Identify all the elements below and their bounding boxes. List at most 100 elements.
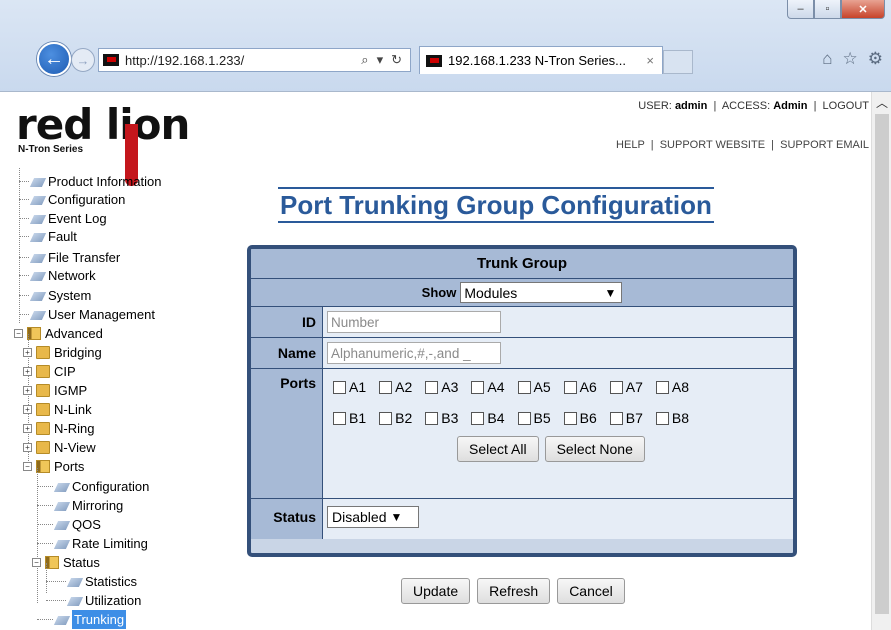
back-arrow-icon: ← (44, 47, 64, 70)
new-tab-button[interactable] (663, 50, 693, 74)
status-select[interactable]: Disabled ▼ (327, 506, 419, 528)
logout-link[interactable]: LOGOUT (823, 100, 869, 112)
port-checkbox-b7[interactable]: B7 (609, 410, 643, 426)
separator: | (813, 100, 817, 112)
tree-item-file-transfer[interactable]: File Transfer (19, 248, 120, 267)
expand-icon[interactable]: + (23, 405, 32, 414)
expand-icon[interactable]: + (23, 386, 32, 395)
page-icon (30, 194, 46, 206)
collapse-icon[interactable]: − (14, 329, 23, 338)
tree-item-qos[interactable]: QOS (37, 515, 101, 534)
tree-item-product-information[interactable]: Product Information (19, 172, 161, 191)
select-buttons: Select All Select None (457, 436, 793, 462)
tree-item-igmp[interactable]: + IGMP (23, 381, 87, 400)
close-window-button[interactable]: ✕ (841, 0, 885, 19)
tree-item-status[interactable]: − Status (32, 553, 100, 572)
expand-icon[interactable]: + (23, 443, 32, 452)
port-checkbox-a3[interactable]: A3 (425, 379, 458, 395)
scrollbar-thumb[interactable] (875, 114, 889, 614)
port-checkbox-b6[interactable]: B6 (563, 410, 597, 426)
support-email-link[interactable]: SUPPORT EMAIL (780, 139, 869, 151)
access-level: Admin (773, 100, 808, 112)
folder-icon (36, 365, 50, 378)
port-checkbox-b1[interactable]: B1 (333, 410, 366, 426)
show-label: Show (421, 285, 457, 300)
port-checkbox-b3[interactable]: B3 (425, 410, 458, 426)
help-link[interactable]: HELP (616, 139, 645, 151)
tree-item-rate-limiting[interactable]: Rate Limiting (37, 534, 148, 553)
expand-icon[interactable]: + (23, 424, 32, 433)
favorites-star-icon[interactable]: ☆ (843, 49, 858, 69)
support-website-link[interactable]: SUPPORT WEBSITE (660, 139, 765, 151)
home-icon[interactable]: ⌂ (822, 49, 832, 69)
scroll-up-icon[interactable]: ︿ (876, 94, 888, 111)
port-checkbox-a7[interactable]: A7 (609, 379, 643, 395)
browser-tab[interactable]: 192.168.1.233 N-Tron Series... × (419, 46, 663, 74)
folder-icon (36, 384, 50, 397)
tree-item-system[interactable]: System (19, 286, 91, 305)
expand-icon[interactable]: + (23, 348, 32, 357)
tree-item-nring[interactable]: + N-Ring (23, 419, 94, 438)
dropdown-icon[interactable]: ▾ (377, 52, 384, 68)
update-button[interactable]: Update (401, 578, 471, 604)
page-icon (30, 231, 46, 243)
cancel-button[interactable]: Cancel (557, 578, 625, 604)
tree-item-nlink[interactable]: + N-Link (23, 400, 92, 419)
forward-button[interactable]: → (71, 48, 95, 72)
search-icon[interactable]: ⌕ (361, 52, 368, 68)
port-checkbox-a4[interactable]: A4 (471, 379, 505, 395)
tree-item-ports[interactable]: − Ports (23, 457, 84, 476)
back-button[interactable]: ← (37, 42, 71, 76)
port-checkbox-b5[interactable]: B5 (517, 410, 551, 426)
port-checkbox-b4[interactable]: B4 (471, 410, 505, 426)
tree-item-event-log[interactable]: Event Log (19, 209, 107, 228)
tree-item-fault[interactable]: Fault (19, 227, 77, 246)
collapse-icon[interactable]: − (32, 558, 41, 567)
name-input[interactable]: Alphanumeric,#,-,and _ (327, 342, 501, 364)
vertical-scrollbar[interactable]: ︿ (871, 92, 891, 630)
select-all-button[interactable]: Select All (457, 436, 539, 462)
address-bar[interactable]: http://192.168.1.233/ ⌕ ▾ ↻ (98, 48, 411, 72)
tree-item-utilization[interactable]: Utilization (46, 591, 141, 610)
status-label: Status (251, 499, 323, 539)
page-icon (54, 538, 70, 550)
id-input[interactable]: Number (327, 311, 501, 333)
select-none-button[interactable]: Select None (544, 436, 645, 462)
refresh-icon[interactable]: ↻ (391, 52, 402, 68)
port-checkbox-b2[interactable]: B2 (379, 410, 412, 426)
refresh-button[interactable]: Refresh (477, 578, 551, 604)
port-checkbox-a6[interactable]: A6 (563, 379, 597, 395)
minimize-button[interactable]: ‒ (787, 0, 814, 19)
folder-open-icon (27, 327, 41, 340)
tree-item-network[interactable]: Network (19, 266, 96, 285)
tree-item-user-management[interactable]: User Management (19, 305, 155, 324)
tree-item-ports-configuration[interactable]: Configuration (37, 477, 149, 496)
tree-item-statistics[interactable]: Statistics (46, 572, 137, 591)
ports-b-row: B1 B2 B3 B4 B5 B6 B7 B8 (333, 410, 793, 426)
id-row: ID Number (251, 307, 793, 338)
tree-item-bridging[interactable]: + Bridging (23, 343, 102, 362)
browser-toolbar: ⌂ ☆ ⚙ (822, 49, 883, 69)
tree-item-trunking[interactable]: Trunking (37, 610, 127, 629)
port-checkbox-a1[interactable]: A1 (333, 379, 366, 395)
settings-gear-icon[interactable]: ⚙ (868, 49, 883, 69)
show-select[interactable]: Modules ▼ (460, 282, 623, 303)
tab-close-icon[interactable]: × (646, 53, 654, 68)
chevron-down-icon: ▼ (604, 285, 617, 300)
collapse-icon[interactable]: − (23, 462, 32, 471)
folder-icon (36, 422, 50, 435)
port-checkbox-a5[interactable]: A5 (517, 379, 551, 395)
user-label: USER: (638, 100, 672, 112)
show-row: Show Modules ▼ (251, 279, 793, 307)
port-checkbox-b8[interactable]: B8 (655, 410, 689, 426)
access-label: ACCESS: (721, 100, 771, 112)
tree-item-configuration[interactable]: Configuration (19, 190, 125, 209)
name-label: Name (251, 338, 323, 368)
port-checkbox-a2[interactable]: A2 (379, 379, 412, 395)
tree-item-nview[interactable]: + N-View (23, 438, 96, 457)
tree-item-cip[interactable]: + CIP (23, 362, 76, 381)
port-checkbox-a8[interactable]: A8 (655, 379, 689, 395)
maximize-button[interactable]: ▫ (814, 0, 841, 19)
expand-icon[interactable]: + (23, 367, 32, 376)
tree-item-mirroring[interactable]: Mirroring (37, 496, 123, 515)
